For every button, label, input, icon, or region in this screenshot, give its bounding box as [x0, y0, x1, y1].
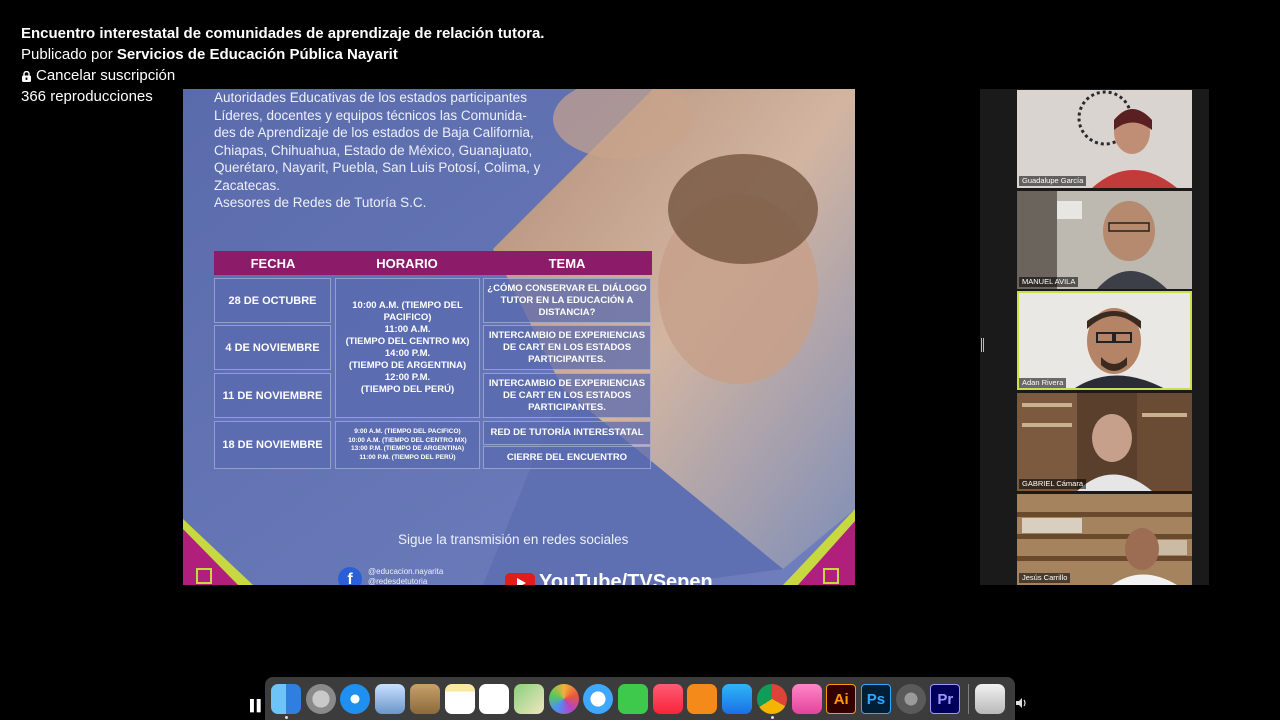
schedule-cell: 10:00 A.M. (TIEMPO DEL PACIFICO) 11:00 A…	[335, 278, 480, 418]
facebook-handles: f @educacion.nayarita @redesdetutoria	[338, 567, 443, 585]
follow-text: Sigue la transmisión en redes sociales	[398, 532, 629, 547]
app-store-icon[interactable]	[722, 684, 753, 714]
header-horario: HORARIO	[376, 255, 438, 271]
participant-video	[1017, 191, 1192, 289]
youtube-text: YouTube/TVSepen	[539, 571, 713, 585]
participant-tile[interactable]: GABRIEL Cámara	[1017, 393, 1192, 491]
facebook-handle-text: @educacion.nayarita @redesdetutoria	[368, 567, 444, 585]
topic-cell: INTERCAMBIO DE EXPERIENCIAS DE CART EN L…	[483, 325, 651, 370]
trash-icon[interactable]	[975, 684, 1005, 714]
date-cell: 28 DE OCTUBRE	[214, 278, 331, 323]
participant-tile[interactable]: Jesús Carrillo	[1017, 494, 1192, 585]
music-icon[interactable]	[652, 684, 683, 714]
maps-icon[interactable]	[513, 684, 544, 714]
unsubscribe-button[interactable]: Cancelar suscripción	[21, 65, 544, 86]
topic-cell: ¿CÓMO CONSERVAR EL DIÁLOGO TUTOR EN LA E…	[483, 278, 651, 323]
youtube-channel: YouTube/TVSepen	[505, 571, 713, 585]
preview-icon[interactable]	[375, 684, 406, 714]
unsubscribe-label: Cancelar suscripción	[36, 67, 176, 84]
slide-intro-text: Autoridades Educativas de los estados pa…	[214, 90, 541, 210]
participant-tile[interactable]: Guadalupe García	[1017, 90, 1192, 188]
participant-name: GABRIEL Cámara	[1019, 479, 1086, 489]
publisher-link[interactable]: Servicios de Educación Pública Nayarit	[117, 46, 398, 63]
youtube-icon	[505, 572, 535, 585]
chrome-icon[interactable]	[756, 684, 787, 714]
running-indicator	[285, 716, 288, 719]
topic-cell: INTERCAMBIO DE EXPERIENCIAS DE CART EN L…	[483, 373, 651, 418]
participant-name: Adan Rivera	[1019, 378, 1067, 388]
panel-resize-handle[interactable]	[981, 338, 984, 352]
date-cell: 4 DE NOVIEMBRE	[214, 325, 331, 370]
participant-video	[1017, 90, 1192, 188]
participant-video	[1017, 291, 1192, 390]
publisher-line: Publicado por Servicios de Educación Púb…	[21, 44, 544, 65]
pause-icon[interactable]: ▌▌	[250, 700, 265, 712]
schedule-header: FECHA HORARIO TEMA	[214, 251, 652, 275]
facetime-icon[interactable]	[618, 684, 648, 714]
reminders-icon[interactable]	[479, 684, 510, 714]
video-title: Encuentro interestatal de comunidades de…	[21, 25, 545, 42]
notes-icon[interactable]	[444, 684, 475, 714]
topic-cell: CIERRE DEL ENCUENTRO	[483, 446, 651, 469]
participant-name: MANUEL AVILA	[1019, 277, 1079, 287]
header-tema: TEMA	[548, 255, 586, 271]
folder-icon[interactable]	[791, 684, 822, 714]
launchpad-icon[interactable]	[305, 684, 336, 714]
lock-icon	[22, 71, 31, 82]
books-icon[interactable]	[687, 684, 718, 714]
date-cell: 11 DE NOVIEMBRE	[214, 373, 331, 418]
published-prefix: Publicado por	[21, 46, 113, 63]
volume-icon[interactable]	[1015, 697, 1029, 709]
finder-icon[interactable]	[271, 684, 301, 714]
participant-video	[1017, 393, 1192, 491]
participant-tile-active-speaker[interactable]: Adan Rivera	[1017, 291, 1192, 390]
dock-separator	[968, 684, 969, 714]
schedule-cell: 9:00 A.M. (TIEMPO DEL PACIFICO) 10:00 A.…	[335, 421, 480, 469]
participant-tile[interactable]: MANUEL AVILA	[1017, 191, 1192, 289]
facebook-icon: f	[338, 567, 362, 585]
photoshop-icon[interactable]: Ps	[860, 684, 891, 714]
running-indicator	[770, 716, 774, 719]
system-preferences-icon[interactable]	[895, 684, 926, 714]
photos-icon[interactable]	[548, 684, 579, 714]
date-cell: 18 DE NOVIEMBRE	[214, 421, 331, 469]
participant-video	[1017, 494, 1192, 585]
header-fecha: FECHA	[250, 255, 296, 271]
participant-name: Jesús Carrillo	[1019, 573, 1071, 583]
premiere-icon[interactable]: Pr	[930, 684, 961, 714]
participant-name: Guadalupe García	[1019, 176, 1087, 186]
illustrator-icon[interactable]: Ai	[826, 684, 857, 714]
topic-cell: RED DE TUTORÍA INTERESTATAL	[483, 421, 651, 445]
shared-screen: Autoridades Educativas de los estados pa…	[183, 89, 855, 585]
contacts-icon[interactable]	[409, 684, 440, 714]
